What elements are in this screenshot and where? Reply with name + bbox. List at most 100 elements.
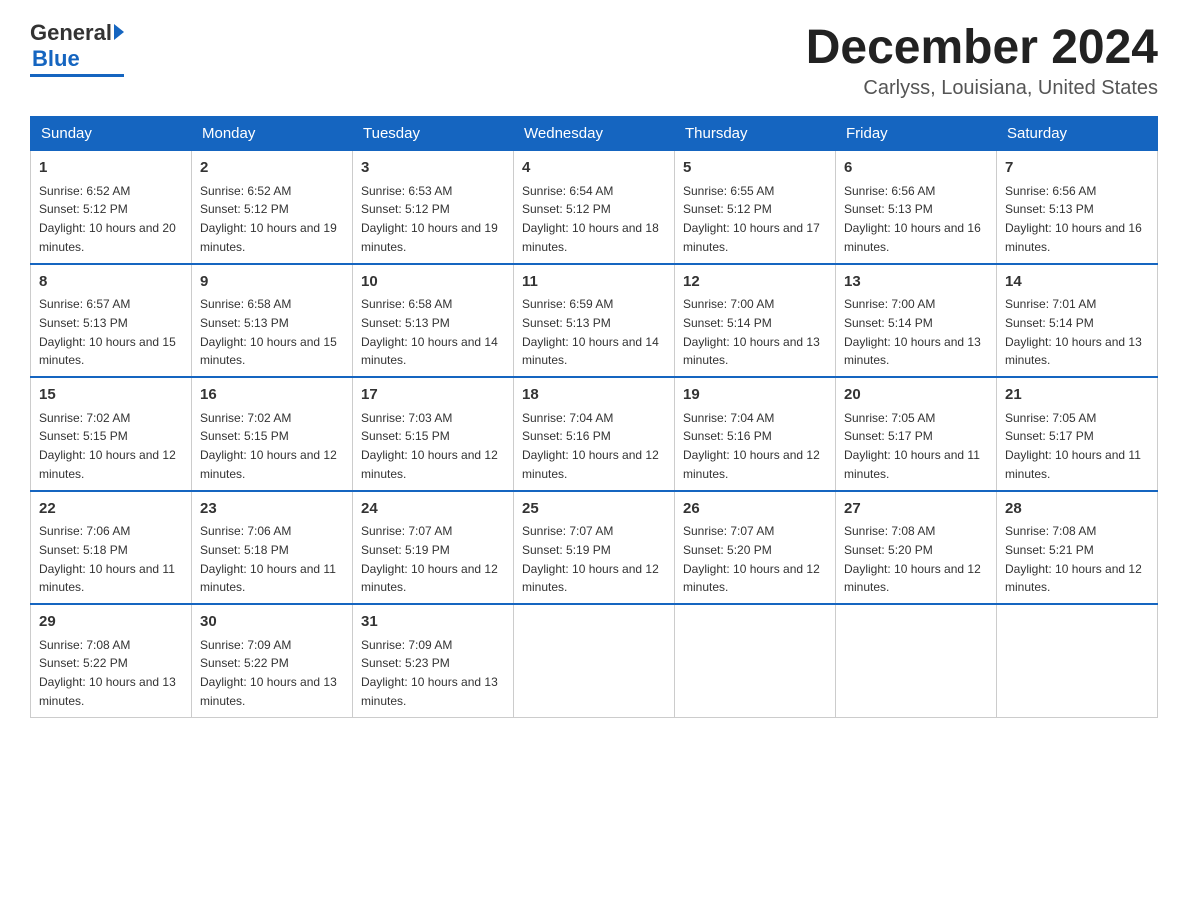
day-info: Sunrise: 7:06 AMSunset: 5:18 PMDaylight:… <box>39 524 175 594</box>
day-info: Sunrise: 7:05 AMSunset: 5:17 PMDaylight:… <box>1005 411 1141 481</box>
calendar-week-row: 8Sunrise: 6:57 AMSunset: 5:13 PMDaylight… <box>31 264 1158 378</box>
calendar-cell: 24Sunrise: 7:07 AMSunset: 5:19 PMDayligh… <box>353 491 514 605</box>
day-number: 2 <box>200 157 344 180</box>
calendar-header-row: SundayMondayTuesdayWednesdayThursdayFrid… <box>31 117 1158 151</box>
calendar-table: SundayMondayTuesdayWednesdayThursdayFrid… <box>30 116 1158 718</box>
day-number: 17 <box>361 384 505 407</box>
day-info: Sunrise: 7:05 AMSunset: 5:17 PMDaylight:… <box>844 411 980 481</box>
calendar-cell: 17 Sunrise: 7:03 AMSunset: 5:15 PMDayligh… <box>353 377 514 491</box>
day-number: 25 <box>522 498 666 521</box>
day-info: Sunrise: 7:07 AMSunset: 5:19 PMDaylight:… <box>522 524 659 594</box>
day-number: 26 <box>683 498 827 521</box>
day-number: 16 <box>200 384 344 407</box>
day-info: Sunrise: 7:00 AMSunset: 5:14 PMDaylight:… <box>683 297 820 367</box>
calendar-week-row: 15 Sunrise: 7:02 AMSunset: 5:15 PMDayligh… <box>31 377 1158 491</box>
day-number: 21 <box>1005 384 1149 407</box>
calendar-cell <box>997 604 1158 717</box>
day-number: 12 <box>683 271 827 294</box>
day-number: 15 <box>39 384 183 407</box>
day-info: Sunrise: 6:52 AMSunset: 5:12 PMDaylight:… <box>200 184 337 254</box>
calendar-cell <box>514 604 675 717</box>
day-info: Sunrise: 6:58 AMSunset: 5:13 PMDaylight:… <box>200 297 337 367</box>
month-year-title: December 2024 <box>806 20 1158 75</box>
header-friday: Friday <box>836 117 997 151</box>
day-number: 24 <box>361 498 505 521</box>
header-tuesday: Tuesday <box>353 117 514 151</box>
calendar-cell: 31Sunrise: 7:09 AMSunset: 5:23 PMDayligh… <box>353 604 514 717</box>
calendar-cell: 6 Sunrise: 6:56 AMSunset: 5:13 PMDaylight… <box>836 151 997 264</box>
calendar-cell: 30Sunrise: 7:09 AMSunset: 5:22 PMDayligh… <box>192 604 353 717</box>
calendar-cell: 23 Sunrise: 7:06 AMSunset: 5:18 PMDayligh… <box>192 491 353 605</box>
day-info: Sunrise: 7:01 AMSunset: 5:14 PMDaylight:… <box>1005 297 1142 367</box>
header-monday: Monday <box>192 117 353 151</box>
calendar-week-row: 1Sunrise: 6:52 AMSunset: 5:12 PMDaylight… <box>31 151 1158 264</box>
location-subtitle: Carlyss, Louisiana, United States <box>806 77 1158 100</box>
day-info: Sunrise: 7:02 AMSunset: 5:15 PMDaylight:… <box>200 411 337 481</box>
calendar-cell: 8Sunrise: 6:57 AMSunset: 5:13 PMDaylight… <box>31 264 192 378</box>
calendar-cell: 11Sunrise: 6:59 AMSunset: 5:13 PMDayligh… <box>514 264 675 378</box>
day-number: 8 <box>39 271 183 294</box>
day-number: 4 <box>522 157 666 180</box>
day-number: 29 <box>39 611 183 634</box>
day-info: Sunrise: 7:03 AMSunset: 5:15 PMDaylight:… <box>361 411 498 481</box>
calendar-cell: 3 Sunrise: 6:53 AMSunset: 5:12 PMDaylight… <box>353 151 514 264</box>
calendar-cell: 1Sunrise: 6:52 AMSunset: 5:12 PMDaylight… <box>31 151 192 264</box>
calendar-cell: 14 Sunrise: 7:01 AMSunset: 5:14 PMDayligh… <box>997 264 1158 378</box>
header-sunday: Sunday <box>31 117 192 151</box>
day-number: 28 <box>1005 498 1149 521</box>
day-info: Sunrise: 7:08 AMSunset: 5:22 PMDaylight:… <box>39 638 176 708</box>
calendar-cell: 2 Sunrise: 6:52 AMSunset: 5:12 PMDaylight… <box>192 151 353 264</box>
day-info: Sunrise: 6:56 AMSunset: 5:13 PMDaylight:… <box>844 184 981 254</box>
calendar-week-row: 29 Sunrise: 7:08 AMSunset: 5:22 PMDayligh… <box>31 604 1158 717</box>
calendar-cell <box>675 604 836 717</box>
day-info: Sunrise: 7:04 AMSunset: 5:16 PMDaylight:… <box>522 411 659 481</box>
day-number: 5 <box>683 157 827 180</box>
day-number: 27 <box>844 498 988 521</box>
day-info: Sunrise: 7:08 AMSunset: 5:21 PMDaylight:… <box>1005 524 1142 594</box>
day-info: Sunrise: 6:58 AMSunset: 5:13 PMDaylight:… <box>361 297 498 367</box>
day-info: Sunrise: 7:08 AMSunset: 5:20 PMDaylight:… <box>844 524 981 594</box>
calendar-cell: 26 Sunrise: 7:07 AMSunset: 5:20 PMDayligh… <box>675 491 836 605</box>
calendar-cell: 29 Sunrise: 7:08 AMSunset: 5:22 PMDayligh… <box>31 604 192 717</box>
logo: General Blue <box>30 20 124 77</box>
day-info: Sunrise: 7:00 AMSunset: 5:14 PMDaylight:… <box>844 297 981 367</box>
calendar-cell: 5 Sunrise: 6:55 AMSunset: 5:12 PMDaylight… <box>675 151 836 264</box>
title-area: December 2024 Carlyss, Louisiana, United… <box>806 20 1158 100</box>
calendar-cell: 21 Sunrise: 7:05 AMSunset: 5:17 PMDayligh… <box>997 377 1158 491</box>
calendar-cell: 22 Sunrise: 7:06 AMSunset: 5:18 PMDayligh… <box>31 491 192 605</box>
day-number: 20 <box>844 384 988 407</box>
day-number: 30 <box>200 611 344 634</box>
day-number: 7 <box>1005 157 1149 180</box>
calendar-cell: 25 Sunrise: 7:07 AMSunset: 5:19 PMDayligh… <box>514 491 675 605</box>
header-thursday: Thursday <box>675 117 836 151</box>
calendar-cell: 27 Sunrise: 7:08 AMSunset: 5:20 PMDayligh… <box>836 491 997 605</box>
logo-triangle-icon <box>114 24 124 40</box>
day-info: Sunrise: 7:07 AMSunset: 5:20 PMDaylight:… <box>683 524 820 594</box>
day-info: Sunrise: 6:54 AMSunset: 5:12 PMDaylight:… <box>522 184 659 254</box>
calendar-cell: 13Sunrise: 7:00 AMSunset: 5:14 PMDayligh… <box>836 264 997 378</box>
day-number: 23 <box>200 498 344 521</box>
logo-blue-text: Blue <box>32 46 80 71</box>
day-number: 6 <box>844 157 988 180</box>
logo-underline <box>30 74 124 77</box>
day-info: Sunrise: 7:06 AMSunset: 5:18 PMDaylight:… <box>200 524 336 594</box>
calendar-cell: 20 Sunrise: 7:05 AMSunset: 5:17 PMDayligh… <box>836 377 997 491</box>
calendar-cell: 28 Sunrise: 7:08 AMSunset: 5:21 PMDayligh… <box>997 491 1158 605</box>
calendar-cell: 19Sunrise: 7:04 AMSunset: 5:16 PMDayligh… <box>675 377 836 491</box>
day-number: 14 <box>1005 271 1149 294</box>
calendar-cell: 10 Sunrise: 6:58 AMSunset: 5:13 PMDayligh… <box>353 264 514 378</box>
day-info: Sunrise: 6:56 AMSunset: 5:13 PMDaylight:… <box>1005 184 1142 254</box>
day-info: Sunrise: 7:04 AMSunset: 5:16 PMDaylight:… <box>683 411 820 481</box>
logo-general-text: General <box>30 20 112 46</box>
day-info: Sunrise: 6:52 AMSunset: 5:12 PMDaylight:… <box>39 184 176 254</box>
day-number: 3 <box>361 157 505 180</box>
calendar-cell: 15Sunrise: 7:02 AMSunset: 5:15 PMDayligh… <box>31 377 192 491</box>
day-info: Sunrise: 6:55 AMSunset: 5:12 PMDaylight:… <box>683 184 820 254</box>
calendar-cell: 9 Sunrise: 6:58 AMSunset: 5:13 PMDaylight… <box>192 264 353 378</box>
day-number: 22 <box>39 498 183 521</box>
day-number: 9 <box>200 271 344 294</box>
day-number: 10 <box>361 271 505 294</box>
day-info: Sunrise: 7:09 AMSunset: 5:23 PMDaylight:… <box>361 638 498 708</box>
calendar-cell <box>836 604 997 717</box>
day-info: Sunrise: 6:53 AMSunset: 5:12 PMDaylight:… <box>361 184 498 254</box>
